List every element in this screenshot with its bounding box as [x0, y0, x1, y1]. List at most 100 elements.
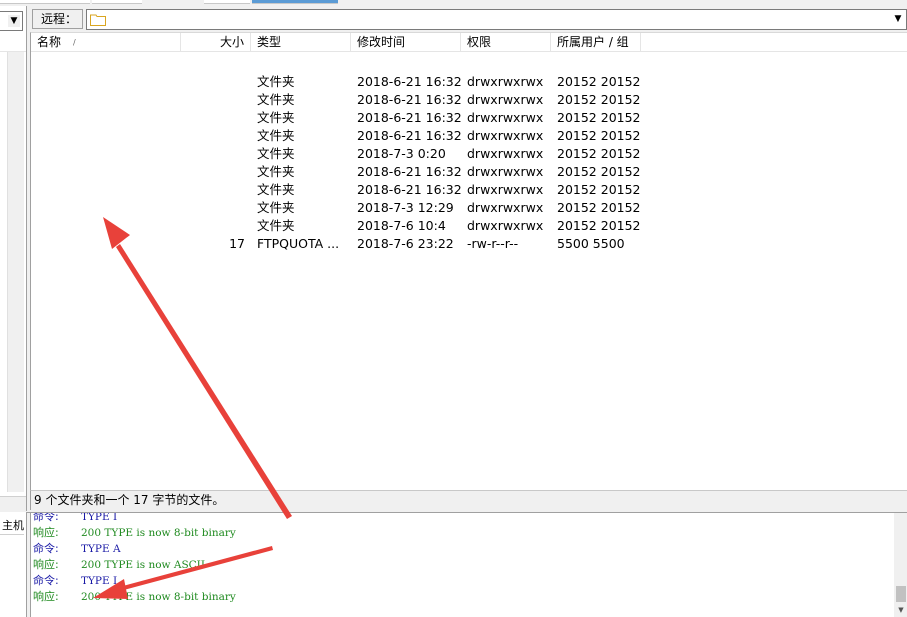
log-message: TYPE I: [81, 575, 118, 587]
row-type: 文件夹: [257, 92, 295, 107]
log-kind: 命令:: [33, 542, 59, 555]
row-type: FTPQUOTA ...: [257, 236, 340, 251]
row-permissions: drwxrwxrwx: [467, 92, 544, 107]
row-permissions: drwxrwxrwx: [467, 182, 544, 197]
row-owner: 20152 20152: [557, 218, 641, 233]
row-type: 文件夹: [257, 110, 295, 125]
log-kind: 命令:: [33, 513, 59, 523]
row-type: 文件夹: [257, 182, 295, 197]
row-modified: 2018-6-21 16:32: [357, 128, 462, 143]
active-tab-fragment[interactable]: [252, 0, 338, 4]
row-modified: 2018-6-21 16:32: [357, 92, 462, 107]
column-owner-label: 所属用户 / 组: [557, 35, 629, 49]
column-permissions[interactable]: 权限: [461, 33, 551, 52]
remote-label: 远程：: [32, 9, 83, 29]
column-name[interactable]: 名称 /: [31, 33, 181, 52]
status-bar: 9 个文件夹和一个 17 字节的文件。: [30, 490, 907, 510]
table-row[interactable]: conf文件夹2018-6-21 16:32drwxrwxrwx20152 20…: [31, 91, 907, 109]
chevron-down-icon[interactable]: ▼: [8, 15, 20, 27]
row-size: 17: [229, 236, 245, 251]
column-type[interactable]: 类型: [251, 33, 351, 52]
log-message: 200 TYPE is now 8-bit binary: [81, 591, 236, 603]
message-log[interactable]: 命令: TYPE I 响应: 200 TYPE is now 8-bit binary…: [30, 513, 907, 617]
row-owner: 20152 20152: [557, 74, 641, 89]
log-kind: 响应:: [33, 526, 59, 539]
row-owner: 5500 5500: [557, 236, 625, 251]
column-type-label: 类型: [257, 35, 282, 49]
row-permissions: drwxrwxrwx: [467, 128, 544, 143]
host-label: 主机: [2, 519, 24, 532]
table-row[interactable]: dblogs文件夹2018-6-21 16:32drwxrwxrwx20152 …: [31, 127, 907, 145]
column-owner[interactable]: 所属用户 / 组: [551, 33, 641, 52]
table-row[interactable]: .ftpquota17FTPQUOTA ...2018-7-6 23:22-rw…: [31, 235, 907, 253]
row-owner: 20152 20152: [557, 128, 641, 143]
row-owner: 20152 20152: [557, 110, 641, 125]
row-modified: 2018-7-6 10:4: [357, 218, 446, 233]
row-modified: 2018-6-21 16:32: [357, 74, 462, 89]
column-size[interactable]: 大小: [181, 33, 251, 52]
row-modified: 2018-6-21 16:32: [357, 182, 462, 197]
row-modified: 2018-7-3 12:29: [357, 200, 454, 215]
row-modified: 2018-7-6 23:22: [357, 236, 454, 251]
row-permissions: drwxrwxrwx: [467, 146, 544, 161]
row-modified: 2018-7-3 0:20: [357, 146, 446, 161]
remote-file-list[interactable]: 名称 / 大小 类型 修改时间 权限 所属用户 / 组 上层目录backup文件…: [30, 32, 907, 490]
log-message: 200 TYPE is now 8-bit binary: [81, 527, 236, 539]
row-type: 文件夹: [257, 164, 295, 179]
sort-ascending-icon: /: [73, 38, 76, 47]
tab-fragment[interactable]: [204, 0, 250, 4]
column-permissions-label: 权限: [467, 35, 492, 49]
table-row[interactable]: database文件夹2018-6-21 16:32drwxrwxrwx2015…: [31, 109, 907, 127]
table-row[interactable]: 上层目录: [31, 55, 907, 73]
row-type: 文件夹: [257, 218, 295, 233]
log-kind: 响应:: [33, 558, 59, 571]
folder-icon: [90, 14, 106, 26]
tab-fragment[interactable]: [92, 0, 142, 4]
local-scrollbar[interactable]: [7, 52, 24, 492]
scrollbar-thumb[interactable]: [896, 586, 906, 602]
top-tab-strip: [0, 0, 907, 6]
queue-list: [0, 534, 24, 614]
row-owner: 20152 20152: [557, 182, 641, 197]
row-permissions: drwxrwxrwx: [467, 110, 544, 125]
local-column-header: [0, 32, 26, 52]
column-name-label: 名称: [37, 35, 62, 49]
table-row[interactable]: backup文件夹2018-6-21 16:32drwxrwxrwx20152 …: [31, 73, 907, 91]
local-path-combo[interactable]: ▼: [0, 11, 23, 31]
row-permissions: -rw-r--r--: [467, 236, 519, 251]
remote-path-combo[interactable]: ▼: [86, 9, 907, 30]
tab-fragment[interactable]: [0, 0, 90, 4]
chevron-down-icon[interactable]: ▼: [892, 13, 904, 26]
row-modified: 2018-6-21 16:32: [357, 164, 462, 179]
table-row[interactable]: others文件夹2018-6-21 16:32drwxrwxrwx20152 …: [31, 163, 907, 181]
log-message: TYPE I: [81, 513, 118, 523]
table-row[interactable]: ftplogs文件夹2018-7-3 0:20drwxrwxrwx20152 2…: [31, 145, 907, 163]
table-row[interactable]: webroot文件夹2018-7-6 10:4drwxrwxrwx20152 2…: [31, 217, 907, 235]
row-owner: 20152 20152: [557, 164, 641, 179]
log-message: 200 TYPE is now ASCII: [81, 559, 205, 571]
table-row[interactable]: weblogs文件夹2018-7-3 12:29drwxrwxrwx20152 …: [31, 199, 907, 217]
row-type: 文件夹: [257, 200, 295, 215]
log-message: TYPE A: [81, 543, 121, 555]
local-pane: ▼: [0, 6, 27, 516]
log-kind: 命令:: [33, 574, 59, 587]
row-owner: 20152 20152: [557, 200, 641, 215]
column-size-label: 大小: [219, 35, 244, 49]
row-owner: 20152 20152: [557, 92, 641, 107]
row-modified: 2018-6-21 16:32: [357, 110, 462, 125]
log-kind: 响应:: [33, 590, 59, 603]
column-modified[interactable]: 修改时间: [351, 33, 461, 52]
column-modified-label: 修改时间: [357, 35, 406, 49]
scroll-down-icon[interactable]: ▼: [896, 604, 906, 616]
row-type: 文件夹: [257, 74, 295, 89]
row-type: 文件夹: [257, 146, 295, 161]
column-header: 名称 / 大小 类型 修改时间 权限 所属用户 / 组: [31, 33, 907, 52]
row-type: 文件夹: [257, 128, 295, 143]
row-permissions: drwxrwxrwx: [467, 200, 544, 215]
row-permissions: drwxrwxrwx: [467, 218, 544, 233]
table-row[interactable]: temp文件夹2018-6-21 16:32drwxrwxrwx20152 20…: [31, 181, 907, 199]
row-permissions: drwxrwxrwx: [467, 74, 544, 89]
row-owner: 20152 20152: [557, 146, 641, 161]
local-queue-pane: 主机: [0, 512, 27, 617]
log-scrollbar[interactable]: ▼: [894, 513, 907, 617]
